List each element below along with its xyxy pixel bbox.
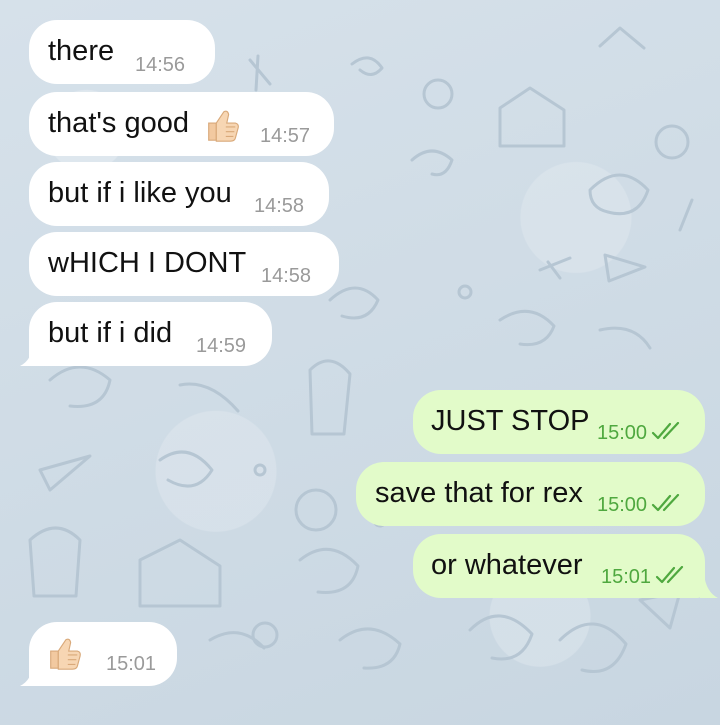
message-bubble[interactable]: there 14:56	[29, 20, 215, 84]
message-time: 15:00	[597, 494, 648, 516]
bubble-tail	[700, 574, 718, 598]
message-text: but if i like you	[48, 177, 232, 209]
message-text: or whatever	[431, 549, 583, 581]
message-time: 15:01	[601, 566, 652, 588]
read-checkmarks-icon	[651, 494, 680, 512]
message-bubble[interactable]: JUST STOP 15:00	[413, 390, 705, 454]
message-text: that's good	[48, 107, 189, 139]
thumbs-up-icon	[208, 110, 239, 142]
message-text: there	[48, 35, 115, 67]
message-text: JUST STOP	[431, 405, 590, 437]
message-bubble[interactable]: that's good 14:57	[29, 92, 334, 156]
bubble-tail	[20, 342, 42, 366]
message-time: 15:01	[106, 653, 157, 675]
message-bubble[interactable]: but if i did 14:59	[29, 302, 272, 366]
message-time: 14:58	[254, 195, 305, 217]
message-text: save that for rex	[375, 477, 583, 509]
message-time: 14:56	[135, 54, 186, 76]
message-time: 14:59	[196, 335, 247, 357]
message-time: 14:58	[261, 265, 312, 287]
message-bubble[interactable]: wHICH I DONT 14:58	[29, 232, 339, 296]
message-text: but if i did	[48, 317, 173, 349]
message-text: wHICH I DONT	[48, 247, 247, 279]
message-bubble[interactable]: but if i like you 14:58	[29, 162, 329, 226]
message-bubble[interactable]: 15:01	[29, 622, 177, 686]
message-bubble[interactable]: save that for rex 15:00	[356, 462, 705, 526]
message-bubble[interactable]: or whatever 15:01	[413, 534, 705, 598]
read-checkmarks-icon	[651, 422, 680, 440]
read-checkmarks-icon	[655, 566, 684, 584]
message-time: 15:00	[597, 422, 648, 444]
bubble-tail	[20, 662, 42, 686]
message-time: 14:57	[260, 125, 311, 147]
thumbs-up-icon	[50, 638, 81, 670]
